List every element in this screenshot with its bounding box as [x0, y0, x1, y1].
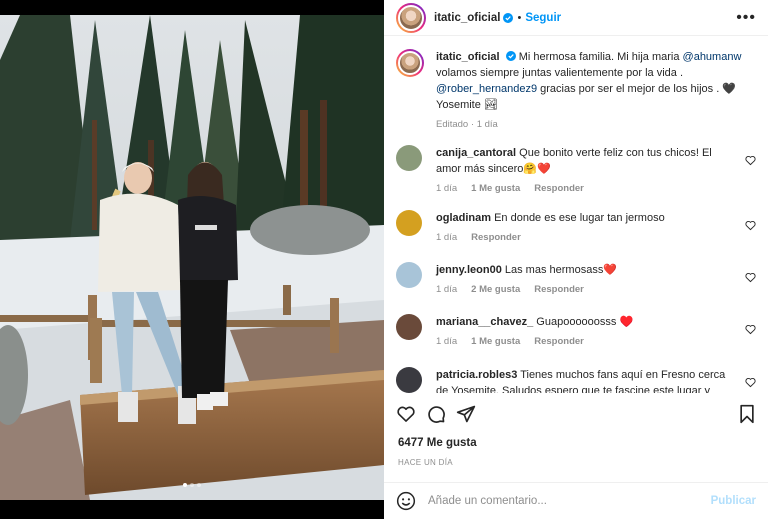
- post-actions-bar: [384, 404, 768, 428]
- post-header: itatic_oficial • Seguir •••: [384, 0, 768, 36]
- comment-text: Guapoooooosss ♥️: [536, 316, 634, 328]
- reply-button[interactable]: Responder: [534, 282, 584, 298]
- comment-username[interactable]: canija_cantoral: [436, 147, 516, 159]
- caption: itatic_oficial Mi hermosa familia. Mi hi…: [384, 37, 768, 133]
- verified-badge-icon: [505, 51, 516, 61]
- comment-time[interactable]: 1 día: [436, 334, 457, 350]
- caption-meta: Editado · 1 día: [436, 119, 498, 130]
- comment-item: canija_cantoral Que bonito verte feliz c…: [396, 145, 756, 197]
- author-username[interactable]: itatic_oficial: [434, 12, 500, 24]
- commenter-avatar[interactable]: [396, 262, 422, 288]
- follow-button[interactable]: Seguir: [525, 12, 561, 24]
- more-options-icon[interactable]: •••: [736, 9, 756, 27]
- comment-username[interactable]: mariana__chavez_: [436, 316, 533, 328]
- comment-like-heart-icon[interactable]: [745, 324, 756, 335]
- carousel-dot-active: [183, 483, 187, 487]
- caption-mention[interactable]: @ahumanw: [683, 51, 742, 63]
- comment-input[interactable]: Añade un comentario...: [428, 495, 711, 507]
- commenter-avatar[interactable]: [396, 145, 422, 171]
- post-side-panel: itatic_oficial • Seguir ••• itatic_ofici…: [384, 0, 768, 519]
- share-send-icon[interactable]: [456, 404, 476, 424]
- comment-item: mariana__chavez_ Guapoooooosss ♥️ 1 día 1…: [396, 314, 756, 350]
- commenter-avatar[interactable]: [396, 210, 422, 236]
- reply-button[interactable]: Responder: [534, 181, 584, 197]
- caption-mention[interactable]: @rober_hernandez9: [436, 83, 537, 95]
- reply-button[interactable]: Responder: [471, 230, 521, 246]
- photo-image: [0, 15, 384, 500]
- author-avatar[interactable]: [396, 2, 426, 33]
- comment-username[interactable]: jenny.leon00: [436, 264, 502, 276]
- instagram-post-modal: itatic_oficial • Seguir ••• itatic_ofici…: [0, 0, 768, 519]
- caption-username[interactable]: itatic_oficial: [436, 51, 500, 63]
- comment-username[interactable]: ogladinam: [436, 212, 491, 224]
- comment-likes[interactable]: 2 Me gusta: [471, 282, 520, 298]
- comment-time[interactable]: 1 día: [436, 230, 457, 246]
- commenter-avatar[interactable]: [396, 314, 422, 340]
- comment-like-heart-icon[interactable]: [745, 220, 756, 231]
- caption-body: itatic_oficial Mi hermosa familia. Mi hi…: [436, 49, 746, 133]
- comment-likes[interactable]: 1 Me gusta: [471, 181, 520, 197]
- emoji-icon[interactable]: [396, 491, 416, 511]
- like-heart-icon[interactable]: [396, 404, 416, 424]
- post-time[interactable]: HACE UN DÍA: [398, 458, 453, 467]
- comment-like-heart-icon[interactable]: [745, 155, 756, 166]
- comment-time[interactable]: 1 día: [436, 282, 457, 298]
- comment-username[interactable]: patricia.robles3: [436, 369, 517, 381]
- comment-like-heart-icon[interactable]: [745, 377, 756, 388]
- commenter-avatar[interactable]: [396, 367, 422, 393]
- comment-text: Las mas hermosass❤️: [504, 264, 618, 276]
- comment-item: ogladinam En donde es ese lugar tan jerm…: [396, 210, 756, 246]
- add-comment-bar: Añade un comentario... Publicar: [384, 482, 768, 519]
- carousel-dot: [190, 483, 194, 487]
- caption-edited: Editado: [436, 119, 469, 130]
- comment-time[interactable]: 1 día: [436, 181, 457, 197]
- save-bookmark-icon[interactable]: [738, 404, 756, 424]
- comment-bubble-icon[interactable]: [426, 404, 446, 424]
- carousel-dot: [197, 483, 201, 487]
- publish-button[interactable]: Publicar: [711, 495, 756, 507]
- likes-count[interactable]: 6477 Me gusta: [398, 437, 477, 449]
- caption-time[interactable]: 1 día: [477, 119, 498, 130]
- post-photo[interactable]: [0, 0, 384, 519]
- comment-likes[interactable]: 1 Me gusta: [471, 334, 520, 350]
- caption-avatar[interactable]: [396, 49, 424, 77]
- comment-text: En donde es ese lugar tan jermoso: [494, 212, 665, 224]
- comment-item: patricia.robles3 Tienes muchos fans aquí…: [396, 367, 756, 393]
- comment-like-heart-icon[interactable]: [745, 272, 756, 283]
- caption-text: volamos siempre juntas valientemente por…: [436, 67, 684, 79]
- caption-text: Mi hermosa familia. Mi hija maria: [518, 51, 683, 63]
- comment-item: jenny.leon00 Las mas hermosass❤️ 1 día 2 …: [396, 262, 756, 298]
- comments-section[interactable]: itatic_oficial Mi hermosa familia. Mi hi…: [384, 37, 768, 393]
- carousel-dots: [0, 483, 384, 487]
- verified-badge-icon: [503, 12, 514, 23]
- header-dot-separator: •: [517, 11, 522, 24]
- reply-button[interactable]: Responder: [534, 334, 584, 350]
